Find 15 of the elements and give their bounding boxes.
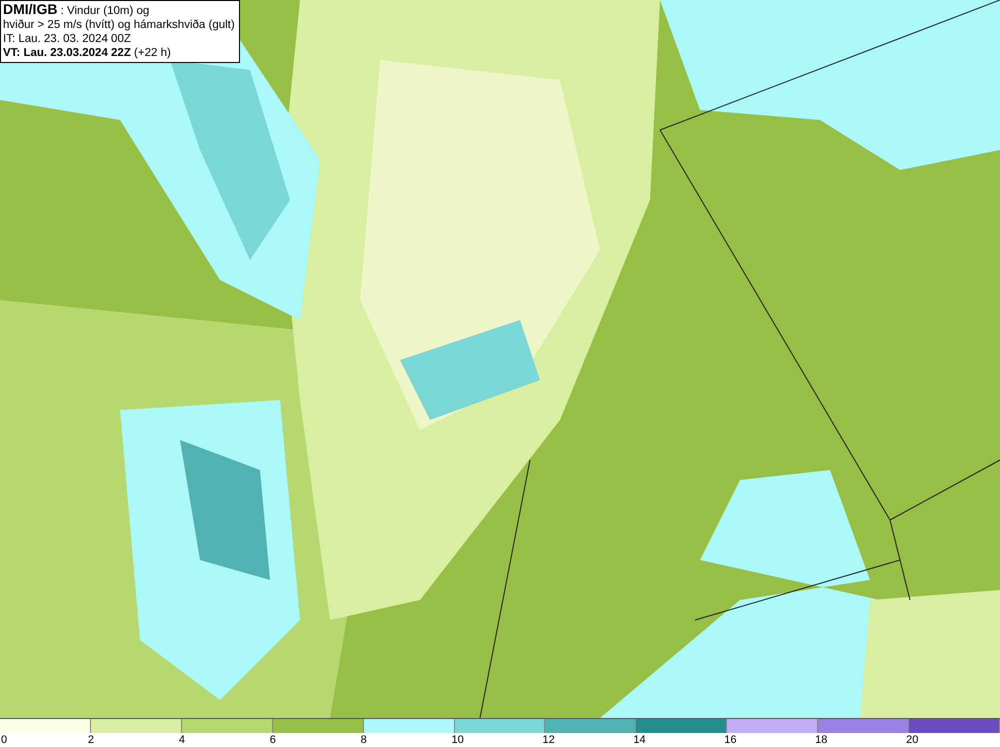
scale-label: 0 — [1, 733, 8, 747]
info-text: VT: Lau. 23.03.2024 22Z (+22 h) — [3, 46, 172, 60]
scale-label: 16 — [724, 733, 737, 747]
scale-label: 12 — [542, 733, 555, 747]
info-text: DMI/IGB : Vindur (10m) og — [3, 2, 150, 18]
scale-label: 18 — [815, 733, 828, 747]
info-text: IT: Lau. 23. 03. 2024 00Z — [3, 32, 132, 46]
scale-label: 8 — [360, 733, 367, 747]
info-text: hviður > 25 m/s (hvítt) og hámarkshviða (gult) — [3, 18, 235, 32]
scale-label: 6 — [270, 733, 276, 747]
scale-label: 10 — [452, 733, 464, 747]
scale-label: 2 — [88, 733, 94, 747]
scale-label: 4 — [178, 733, 185, 747]
scale-label: 14 — [633, 733, 646, 747]
scale-label: 20 — [906, 733, 918, 747]
